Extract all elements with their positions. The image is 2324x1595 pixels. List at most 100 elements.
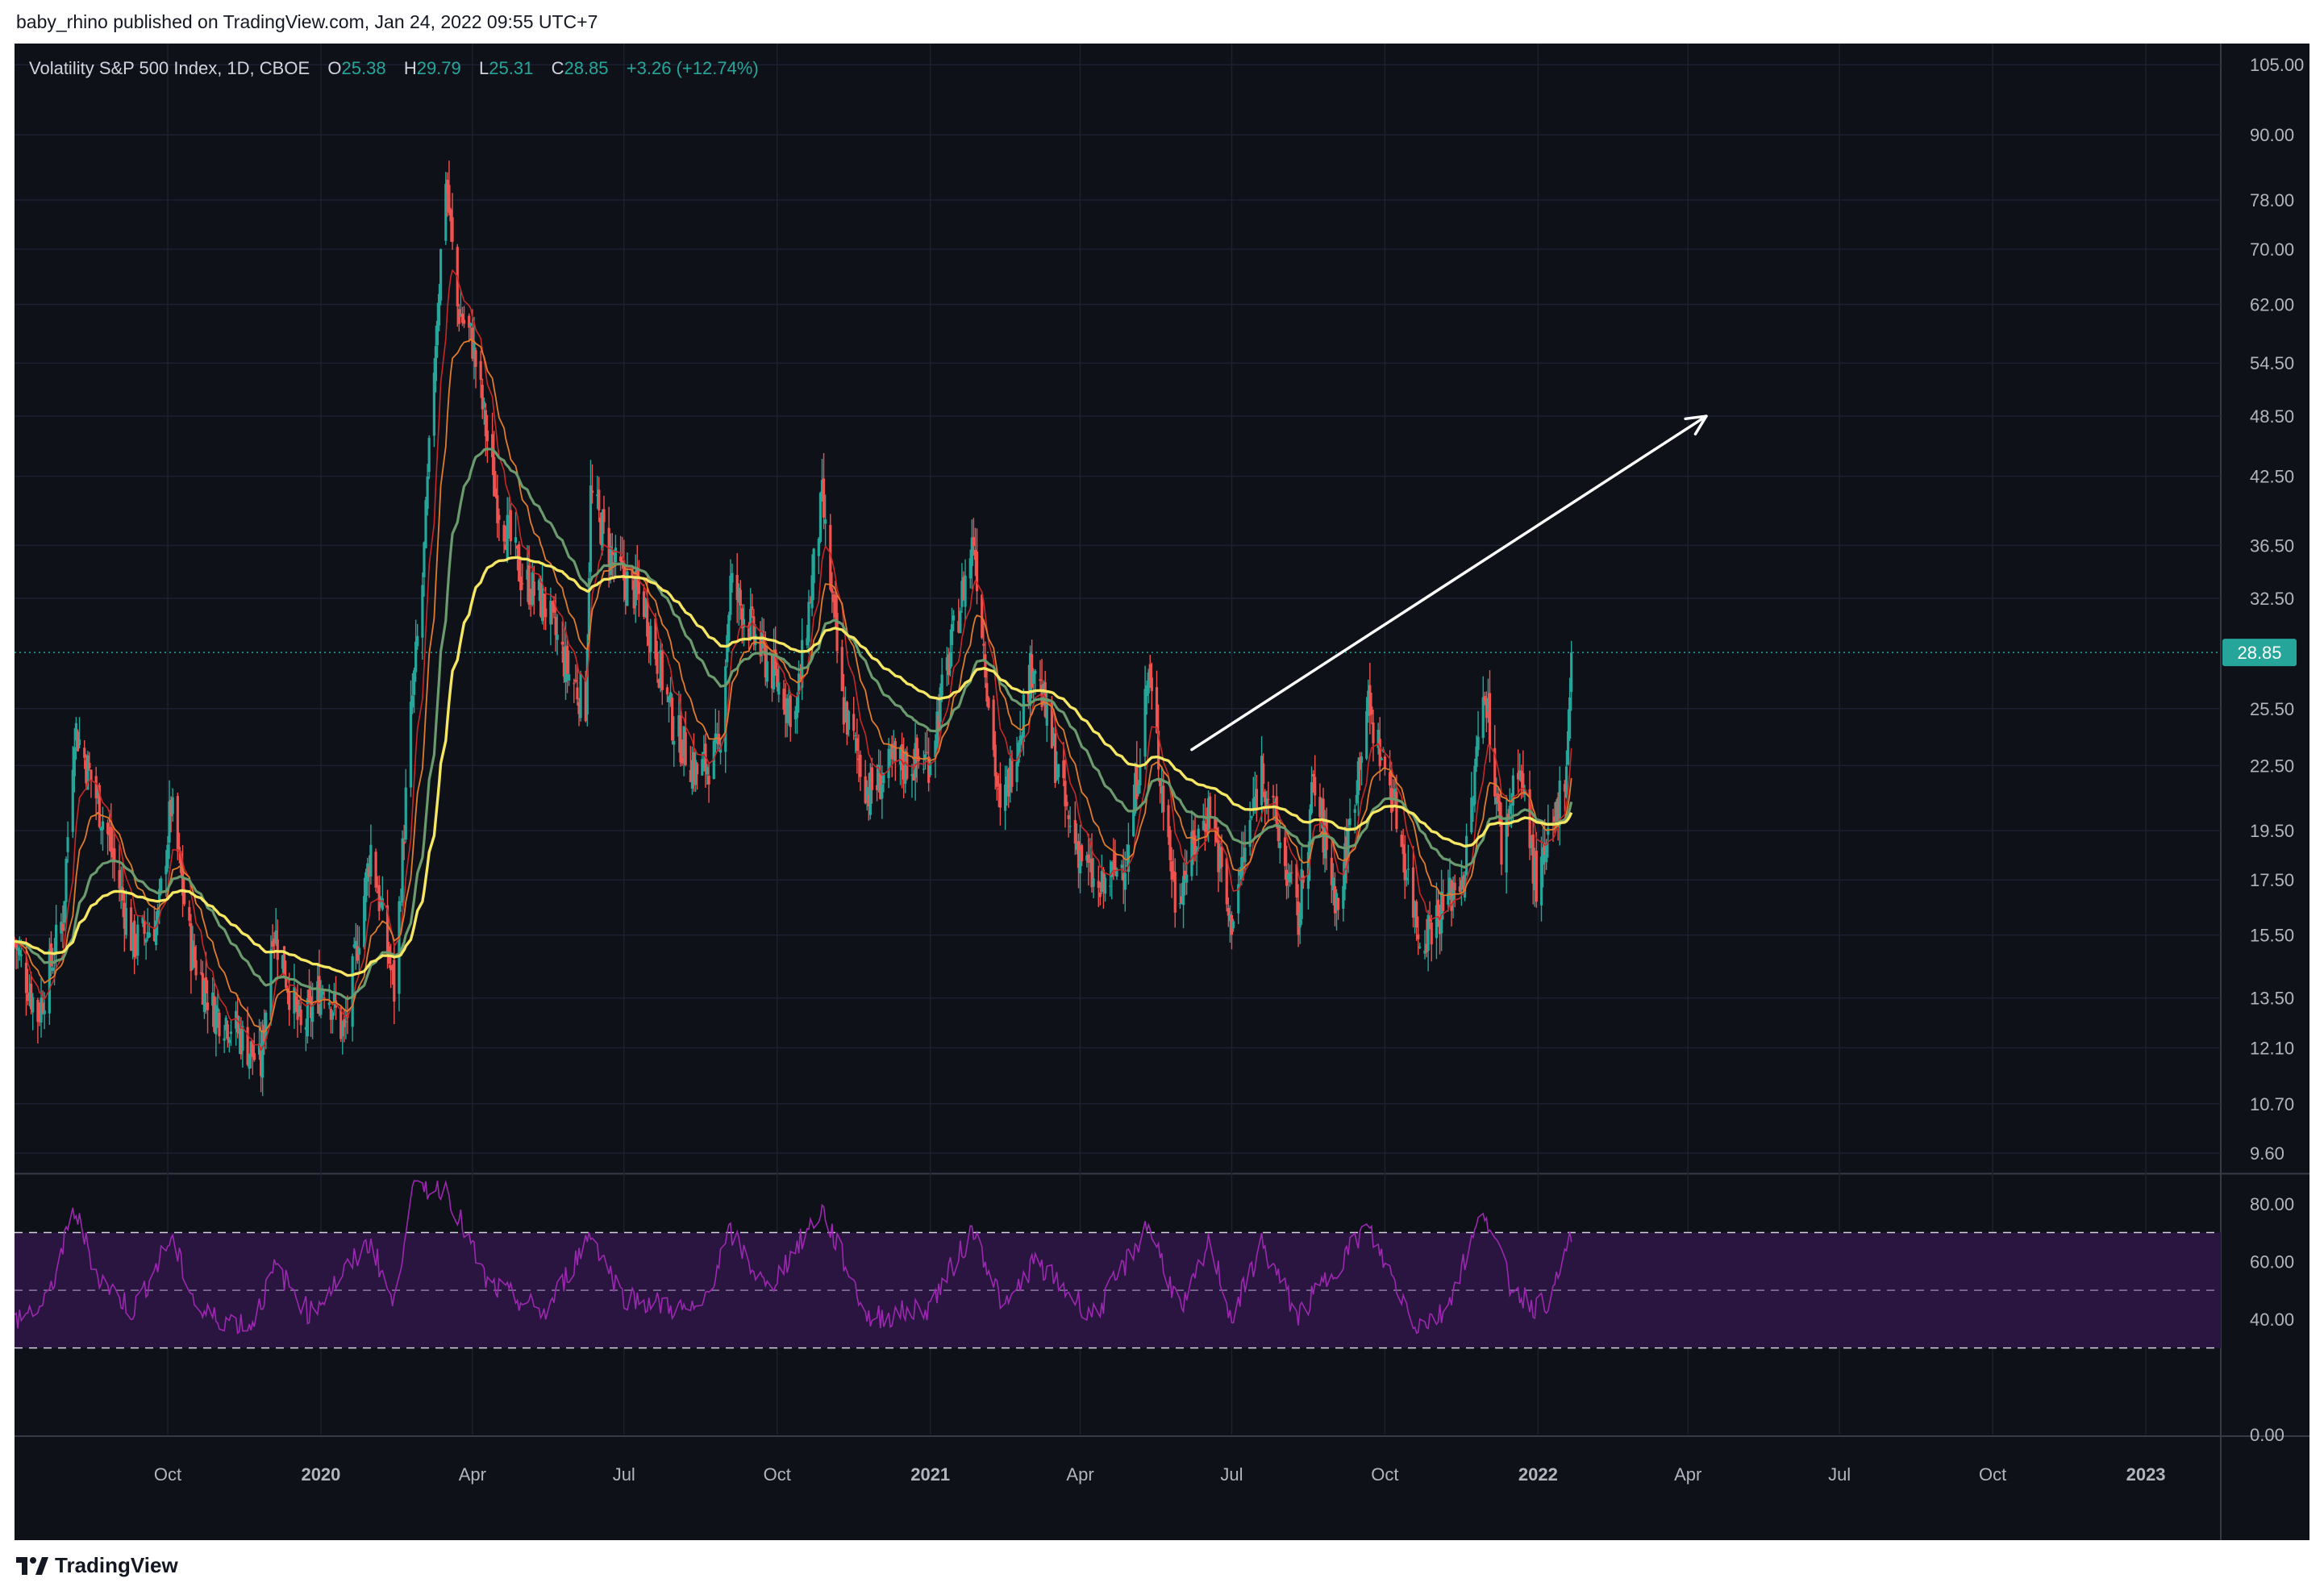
candle-body <box>701 759 704 776</box>
candle <box>573 678 576 703</box>
candle-body <box>24 962 28 993</box>
candle-body <box>1225 858 1228 905</box>
candle-body <box>1348 818 1352 826</box>
candle-body <box>1430 922 1433 945</box>
candle-body <box>421 585 424 638</box>
candle-body <box>1231 921 1235 929</box>
candle-body <box>1150 677 1153 692</box>
candle-body <box>1436 899 1440 916</box>
candle-body <box>822 478 826 518</box>
candle-body <box>560 641 564 645</box>
candle <box>381 876 384 911</box>
y-tick-label: 10.70 <box>2250 1094 2294 1114</box>
candle-body <box>1476 736 1480 750</box>
candle-body <box>468 315 471 328</box>
price-candles <box>15 160 1573 1097</box>
candle <box>474 347 477 389</box>
x-tick-label: 2022 <box>1518 1464 1558 1485</box>
candle <box>1418 942 1422 949</box>
candle <box>1330 840 1333 903</box>
candle <box>1558 766 1561 846</box>
candle-body <box>754 634 757 645</box>
candle-body <box>160 878 163 891</box>
candle-body <box>502 525 506 542</box>
candle <box>468 313 471 343</box>
candle-body <box>1389 772 1392 785</box>
candle-body <box>288 991 291 1010</box>
candle <box>329 1006 332 1034</box>
candle-body <box>1073 819 1077 844</box>
candle-body <box>1401 844 1405 855</box>
candle-body <box>199 972 202 973</box>
candle-body <box>665 687 669 695</box>
y-tick-label: 9.60 <box>2250 1143 2284 1164</box>
candle <box>404 768 407 843</box>
candle-body <box>1173 872 1177 913</box>
candle <box>374 848 377 892</box>
candle-body <box>696 764 699 775</box>
candle-body <box>1120 864 1123 868</box>
candle-body <box>1220 847 1223 868</box>
candle-body <box>1097 881 1100 889</box>
footer-brand[interactable]: TradingView <box>16 1553 178 1578</box>
rsi-tick-label: 40.00 <box>2250 1310 2294 1330</box>
vix-chart[interactable]: Oct 2020 Apr Jul Oct 2021 Apr Jul Oct 2022 Apr Jul O… <box>15 44 2309 1540</box>
candle <box>1173 858 1177 928</box>
candle <box>106 819 110 856</box>
y-tick-label: 25.50 <box>2250 699 2294 719</box>
candle <box>634 554 637 623</box>
open-value: 25.38 <box>341 58 386 78</box>
candle-body <box>1383 756 1387 768</box>
candle <box>893 737 897 781</box>
candle-body <box>1310 781 1314 814</box>
candle-body <box>1022 694 1025 743</box>
candle <box>970 519 973 589</box>
candle-body <box>276 939 279 960</box>
ma-fast-line <box>15 269 1572 1052</box>
x-tick-label: 2023 <box>2126 1464 2166 1485</box>
candle <box>1383 754 1387 776</box>
candle <box>248 1053 251 1080</box>
candle <box>276 919 279 981</box>
trend-arrow[interactable] <box>1190 414 1708 752</box>
tradingview-logo-icon <box>16 1556 48 1575</box>
candle-body <box>1360 756 1364 764</box>
candle <box>331 1010 334 1034</box>
candle <box>357 926 361 973</box>
candle <box>1505 795 1508 894</box>
candle-body <box>216 1007 219 1012</box>
candle <box>1488 670 1492 763</box>
candle-body <box>1405 877 1408 881</box>
candle-body <box>602 509 606 523</box>
candle-body <box>506 514 509 558</box>
arrow-shaft <box>1190 414 1708 752</box>
candle-body <box>43 1010 46 1014</box>
candle <box>749 588 752 642</box>
close-value: 28.85 <box>564 58 609 78</box>
candle-body <box>852 714 856 731</box>
candle-body <box>922 768 926 770</box>
candle <box>1310 766 1314 815</box>
candle-body <box>1267 799 1270 801</box>
candle-body <box>1262 763 1265 784</box>
candle-body <box>1139 764 1142 786</box>
candle <box>660 643 664 706</box>
candle-body <box>462 319 466 324</box>
candle-body <box>176 796 179 852</box>
candle <box>565 635 569 693</box>
candle-body <box>439 249 443 301</box>
candle <box>1197 824 1200 852</box>
candle <box>369 824 373 885</box>
x-tick-label: Jul <box>613 1464 635 1485</box>
candle <box>1508 788 1511 827</box>
candle-body <box>381 898 384 910</box>
open-label: O <box>327 58 342 78</box>
candle <box>271 924 274 953</box>
candle-body <box>226 1024 229 1040</box>
candle-body <box>656 652 659 674</box>
candle <box>506 497 509 563</box>
x-tick-label: Apr <box>1674 1464 1701 1485</box>
y-tick-label: 90.00 <box>2250 125 2294 145</box>
candle-body <box>1568 697 1572 739</box>
candle <box>518 541 521 582</box>
